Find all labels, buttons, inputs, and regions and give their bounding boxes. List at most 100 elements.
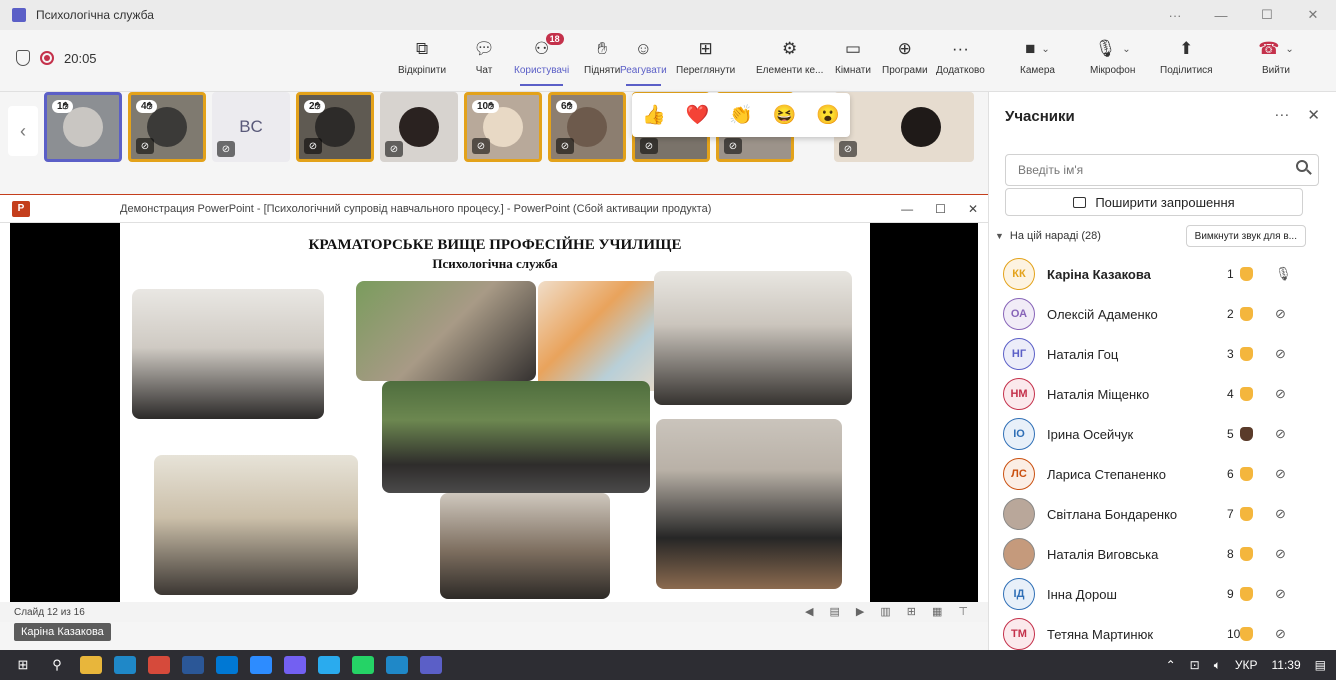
view-icon: ⊞ (698, 39, 713, 58)
chevron-down-icon[interactable]: ⌄ (1122, 44, 1130, 55)
share-button[interactable]: ⬆ Поділитися (1160, 36, 1213, 84)
chevron-down-icon: ▼ (995, 231, 1004, 241)
unpin-button[interactable]: ⧉ Відкріпити (398, 36, 446, 84)
surprised-reaction-icon[interactable]: 😮 (816, 103, 840, 127)
people-button[interactable]: ⚇ 18 Користувачі (514, 33, 569, 86)
reading-view-icon[interactable]: ▦ (932, 605, 942, 618)
chevron-down-icon[interactable]: ⌄ (1041, 44, 1049, 55)
teams-icon[interactable] (420, 656, 442, 674)
more-button[interactable]: ··· Додатково (936, 36, 985, 84)
more-icon[interactable]: ··· (1274, 106, 1289, 124)
windows-start-icon[interactable]: ⊞ (12, 656, 34, 674)
avatar: ЛС (1003, 458, 1035, 490)
previous-slide-icon[interactable]: ◀ (805, 605, 813, 618)
participant-row[interactable]: Світлана Бондаренко 7 ⊘ (989, 494, 1319, 534)
minimize-button[interactable]: — (1198, 0, 1244, 30)
video-tile[interactable]: BC ⊘ (212, 92, 290, 162)
video-tile[interactable]: ⊘ (380, 92, 458, 162)
participant-row[interactable]: НМ Наталія Міщенко 4 ⊘ (989, 374, 1319, 414)
raised-hand-icon (1240, 267, 1253, 281)
edge-icon[interactable] (114, 656, 136, 674)
video-tile[interactable]: 10✋︎ ⊘ (464, 92, 542, 162)
video-tile[interactable]: ⊘ (834, 92, 974, 162)
file-explorer-icon[interactable] (80, 656, 102, 674)
clock[interactable]: 11:39 (1272, 658, 1301, 672)
hand-raise-order: 6 (1227, 467, 1234, 481)
laugh-reaction-icon[interactable]: 😆 (773, 103, 797, 127)
volume-icon[interactable]: 🔈︎ (1214, 658, 1221, 673)
chat-button[interactable]: 💬︎ Чат (471, 36, 497, 84)
meeting-apps-button[interactable]: ⚙︎ Елементи ке... (756, 36, 823, 84)
video-tile[interactable]: 4✋︎ ⊘ (128, 92, 206, 162)
video-tile[interactable]: 2✋︎ ⊘ (296, 92, 374, 162)
ppt-window-controls: — ☐ ✕ (901, 202, 978, 216)
share-invite-button[interactable]: Поширити запрошення (1005, 188, 1303, 216)
camera-button[interactable]: ■ ⌄ Камера (1020, 36, 1055, 84)
chevron-left-icon[interactable]: ‹ (8, 106, 38, 156)
participant-name: Наталія Виговська (1047, 546, 1159, 562)
maximize-button[interactable]: ☐ (1244, 0, 1290, 30)
video-tile[interactable]: 1✋︎ (44, 92, 122, 162)
slide-counter: Слайд 12 из 16 (14, 606, 85, 618)
participant-row[interactable]: НГ Наталія Гоц 3 ⊘ (989, 334, 1319, 374)
participant-name: Наталія Міщенко (1047, 386, 1150, 402)
word-icon[interactable] (182, 656, 204, 674)
participant-row[interactable]: КК Каріна Казакова 1 🎙︎ (989, 254, 1319, 294)
heart-reaction-icon[interactable]: ❤️ (686, 103, 710, 127)
avatar (1003, 498, 1035, 530)
hand-raise-order: 10 (1227, 627, 1241, 641)
skype-icon[interactable] (216, 656, 238, 674)
panel-controls: ··· ✕ (1274, 106, 1320, 124)
tray-chevron-icon[interactable]: ⌃ (1166, 658, 1176, 672)
chat-icon: 💬︎ (473, 39, 495, 58)
edge-icon[interactable] (386, 656, 408, 674)
participant-row[interactable]: ІО Ірина Осейчук 5 ⊘ (989, 414, 1319, 454)
avatar: ІО (1003, 418, 1035, 450)
hand-raised-badge: 10✋︎ (472, 100, 499, 113)
microphone-button[interactable]: 🎙︎ ⌄ Мікрофон (1090, 36, 1135, 84)
participant-row[interactable]: ОА Олексій Адаменко 2 ⊘ (989, 294, 1319, 334)
next-slide-icon[interactable]: ▶ (856, 605, 864, 618)
telegram-icon[interactable] (318, 656, 340, 674)
mute-all-button[interactable]: Вимкнути звук для в... (1185, 225, 1306, 247)
search-input[interactable] (1005, 154, 1319, 186)
applause-reaction-icon[interactable]: 👏 (729, 103, 753, 127)
slide-viewport: КРАМАТОРСЬКЕ ВИЩЕ ПРОФЕСІЙНЕ УЧИЛИЩЕ Пси… (10, 223, 978, 603)
participant-row[interactable]: ТМ Тетяна Мартинюк 10 ⊘ (989, 614, 1319, 654)
close-icon[interactable]: ✕ (968, 202, 978, 216)
slide-menu-icon[interactable]: ▤ (830, 605, 840, 618)
notifications-icon[interactable]: ▤ (1315, 658, 1326, 672)
minimize-icon[interactable]: — (901, 202, 913, 216)
slideshow-icon[interactable]: ⊤ (958, 605, 968, 618)
slide-sorter-icon[interactable]: ⊞ (907, 605, 916, 618)
chevron-down-icon[interactable]: ⌄ (1285, 44, 1293, 55)
notes-icon[interactable]: ▥ (880, 605, 890, 618)
whatsapp-icon[interactable] (352, 656, 374, 674)
like-reaction-icon[interactable]: 👍 (642, 103, 666, 127)
search-icon[interactable]: ⚲ (46, 656, 68, 674)
raised-hand-icon (1240, 507, 1253, 521)
react-button[interactable]: ☺ Реагувати (620, 36, 667, 86)
participant-row[interactable]: Наталія Виговська 8 ⊘ (989, 534, 1319, 574)
video-tile[interactable]: 6✋︎ ⊘ (548, 92, 626, 162)
hand-raised-badge: 1✋︎ (52, 100, 74, 113)
more-options-button[interactable]: ··· (1152, 0, 1198, 30)
viber-icon[interactable] (284, 656, 306, 674)
view-button[interactable]: ⊞ Переглянути (676, 36, 735, 84)
leave-button[interactable]: ☎︎ ⌄ Вийти (1258, 36, 1294, 84)
network-icon[interactable]: ⊡ (1190, 658, 1200, 672)
maximize-icon[interactable]: ☐ (935, 202, 946, 216)
close-icon[interactable]: ✕ (1307, 106, 1320, 124)
add-apps-button[interactable]: ⊕ Програми (882, 36, 928, 84)
hand-raise-order: 9 (1227, 587, 1234, 601)
participant-row[interactable]: ЛС Лариса Степаненко 6 ⊘ (989, 454, 1319, 494)
participant-row[interactable]: ІД Інна Дорош 9 ⊘ (989, 574, 1319, 614)
chrome-icon[interactable] (148, 656, 170, 674)
zoom-icon[interactable] (250, 656, 272, 674)
rooms-button[interactable]: ▭ Кімнати (835, 36, 871, 84)
close-button[interactable]: ✕ (1290, 0, 1336, 30)
participant-video (63, 107, 103, 147)
shield-icon (16, 50, 30, 66)
raise-hand-button[interactable]: ✋︎ Підняти (584, 36, 620, 84)
language-indicator[interactable]: УКР (1235, 658, 1258, 672)
